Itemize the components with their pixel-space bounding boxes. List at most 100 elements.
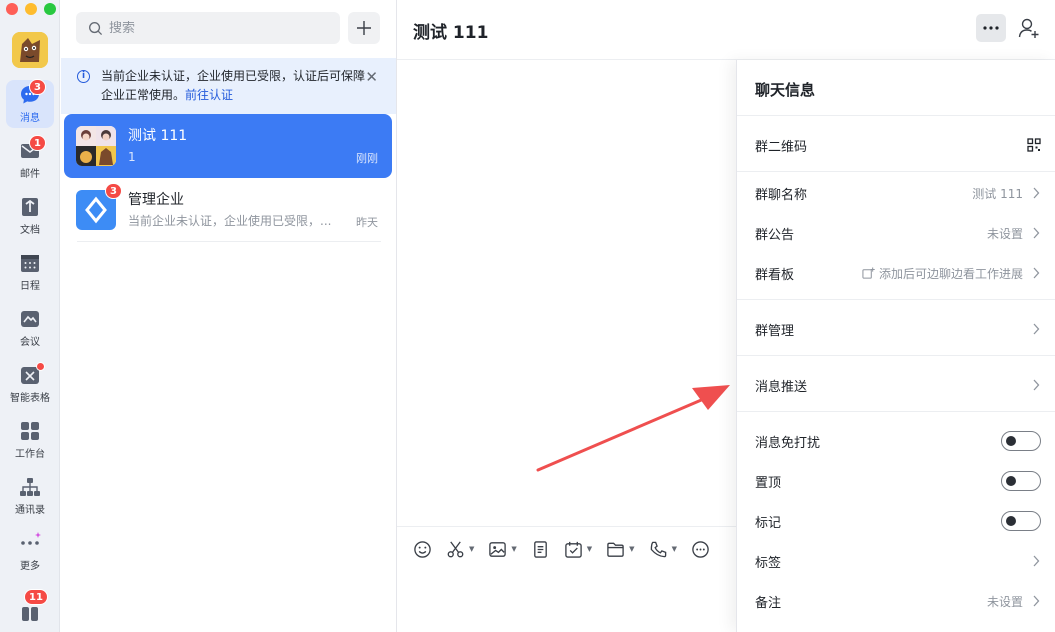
nav-item-contacts[interactable]: 通讯录	[6, 472, 54, 520]
close-icon[interactable]: ✕	[365, 68, 378, 87]
nav-label: 智能表格	[10, 393, 50, 404]
group-announcement-row[interactable]: 群公告 未设置	[737, 213, 1055, 253]
enterprise-avatar: 3	[76, 183, 122, 230]
mark-toggle[interactable]	[1001, 511, 1041, 531]
mark-row: 标记	[737, 501, 1055, 541]
nav-label: 日程	[20, 281, 40, 292]
nav-item-messages[interactable]: 消息 3	[6, 79, 54, 128]
row-value: 未设置	[986, 594, 1023, 609]
composer-toolbar: ▼ ▼ ▼ ▼ ▼	[413, 538, 724, 560]
document-icon	[22, 198, 38, 216]
chevron-right-icon	[1033, 323, 1040, 335]
calendar-check-icon	[565, 541, 582, 558]
image-icon	[489, 541, 507, 557]
nav-label: 文档	[20, 225, 40, 236]
nav-item-calendar[interactable]: 日程	[6, 248, 54, 296]
more-button[interactable]	[976, 14, 1006, 42]
search-box[interactable]	[76, 12, 340, 44]
add-member-icon[interactable]	[1017, 16, 1041, 40]
divider	[737, 299, 1055, 300]
row-label: 群管理	[755, 323, 795, 339]
conversation-item[interactable]: 测试 111 1 刚刚	[64, 114, 392, 178]
chevron-right-icon	[1033, 267, 1040, 279]
conversation-time: 刚刚	[356, 152, 378, 165]
more-tools-button[interactable]	[691, 538, 710, 560]
group-avatar	[76, 126, 116, 166]
minimize-window-button[interactable]	[25, 3, 37, 15]
chevron-right-icon	[1033, 187, 1040, 199]
group-name-row[interactable]: 群聊名称 测试 111	[737, 173, 1055, 213]
chevron-right-icon	[1033, 555, 1040, 567]
group-board-row[interactable]: 群看板 添加后可边聊边看工作进展	[737, 253, 1055, 293]
nav-label: 更多	[20, 561, 40, 572]
message-push-row[interactable]: 消息推送	[737, 365, 1055, 405]
nav-item-more[interactable]: 更多	[6, 528, 54, 576]
row-label: 群公告	[755, 227, 795, 243]
row-value: 测试 111	[972, 186, 1023, 201]
org-chart-icon	[20, 478, 40, 496]
search-input[interactable]	[109, 20, 329, 36]
task-button[interactable]: ▼	[564, 538, 592, 560]
unread-badge: 11	[24, 589, 48, 605]
conversation-name: 测试 111	[128, 128, 188, 144]
row-value: 未设置	[986, 226, 1023, 241]
divider	[737, 355, 1055, 356]
row-label: 备注	[755, 595, 782, 611]
nav-item-sheets[interactable]: 智能表格	[4, 360, 56, 408]
divider	[737, 171, 1055, 172]
plus-icon	[357, 21, 371, 35]
qrcode-icon	[1027, 138, 1041, 152]
more-dots-icon	[983, 26, 999, 30]
verify-link[interactable]: 前往认证	[185, 88, 233, 102]
nav-label: 邮件	[20, 169, 40, 180]
nav-label: 会议	[20, 337, 40, 348]
file-button[interactable]: ▼	[606, 538, 635, 560]
more-circle-icon	[692, 540, 709, 558]
add-board-icon	[862, 266, 875, 279]
nav-item-docs[interactable]: 文档	[6, 192, 54, 240]
unread-badge: 3	[29, 79, 46, 95]
chevron-right-icon	[1033, 379, 1040, 391]
row-label: 标记	[755, 515, 782, 531]
nav-item-meeting[interactable]: 会议	[6, 304, 54, 352]
close-window-button[interactable]	[6, 3, 18, 15]
row-value: 添加后可边聊边看工作进展	[862, 265, 1023, 282]
nav-item-workbench[interactable]: 工作台	[6, 416, 54, 464]
nav-item-apps[interactable]: 11	[6, 588, 54, 632]
group-qrcode-row[interactable]: 群二维码	[737, 125, 1055, 165]
nav-item-mail[interactable]: 邮件 1	[6, 135, 54, 184]
conversation-time: 昨天	[356, 216, 378, 229]
window-controls	[6, 3, 56, 15]
image-button[interactable]: ▼	[488, 538, 517, 560]
conversation-item[interactable]: 3 管理企业 当前企业未认证，企业使用已受限，... 昨天	[64, 178, 392, 242]
scissors-icon	[447, 541, 464, 557]
more-dots-icon	[21, 532, 41, 545]
chat-title: 测试 111	[413, 23, 489, 43]
chat-header: 测试 111	[397, 0, 1055, 60]
mute-toggle[interactable]	[1001, 431, 1041, 451]
group-manage-row[interactable]: 群管理	[737, 309, 1055, 349]
chevron-down-icon: ▼	[671, 545, 677, 553]
user-avatar[interactable]	[12, 32, 48, 68]
row-label: 群看板	[755, 267, 795, 283]
annotation-arrow	[536, 385, 730, 472]
call-button[interactable]: ▼	[649, 538, 677, 560]
search-icon	[89, 21, 103, 35]
phone-icon	[650, 541, 666, 557]
divider	[737, 411, 1055, 412]
doc-button[interactable]	[531, 538, 550, 560]
mute-row: 消息免打扰	[737, 421, 1055, 461]
row-label: 置顶	[755, 475, 782, 491]
create-button[interactable]	[348, 12, 380, 44]
tags-row[interactable]: 标签	[737, 541, 1055, 581]
remark-row[interactable]: 备注 未设置	[737, 581, 1055, 621]
zoom-window-button[interactable]	[44, 3, 56, 15]
emoji-icon	[414, 540, 431, 558]
divider	[77, 241, 381, 242]
pin-toggle[interactable]	[1001, 471, 1041, 491]
screenshot-button[interactable]: ▼	[446, 538, 474, 560]
chat-info-panel: 聊天信息 群二维码 群聊名称 测试 111 群公告 未设置 群看板 添加后可边聊…	[736, 60, 1055, 632]
row-label: 消息推送	[755, 379, 808, 395]
emoji-button[interactable]	[413, 538, 432, 560]
board-hint: 添加后可边聊边看工作进展	[878, 266, 1023, 281]
